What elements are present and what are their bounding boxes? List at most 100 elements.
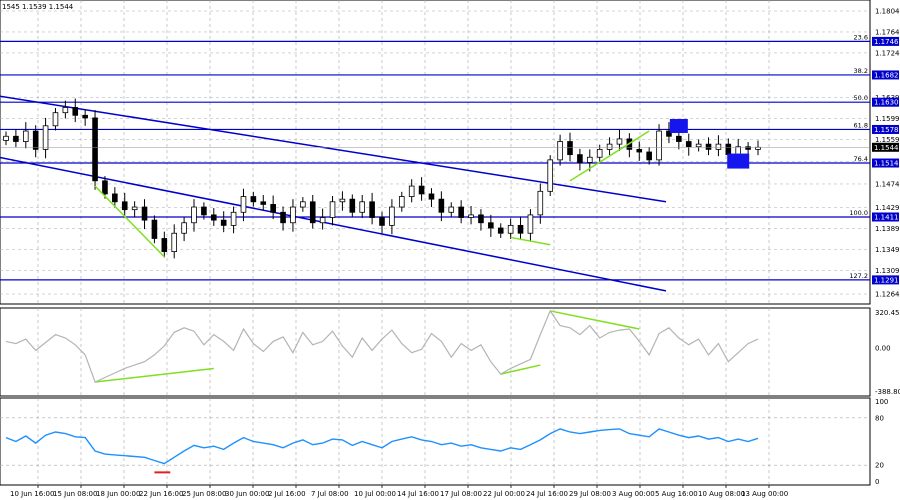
candle-bull xyxy=(695,143,702,148)
candle-bull xyxy=(389,206,395,226)
candle-bull xyxy=(398,196,405,208)
time-tick-label: 15 Jun 08:00 xyxy=(53,490,97,498)
fib-level-label: 50.0 xyxy=(854,94,868,102)
candle-bear xyxy=(210,214,217,221)
candle-bear xyxy=(102,180,108,195)
price-tick-label: 1.1264 xyxy=(875,291,900,299)
price-tick-label: 1.1559 xyxy=(875,136,900,144)
candle-bear xyxy=(260,201,267,205)
candle-bear xyxy=(705,143,712,150)
candle-bull xyxy=(586,156,593,163)
rsi-tick-label: 20 xyxy=(875,462,884,470)
candle-bull xyxy=(606,143,613,150)
candle-bull xyxy=(735,146,742,156)
time-tick-label: 10 Jul 00:00 xyxy=(354,490,396,498)
candle-bull xyxy=(131,206,138,211)
candle-bear xyxy=(121,201,128,211)
price-tick-label: 1.1474 xyxy=(875,180,900,188)
time-tick-label: 22 Jul 00:00 xyxy=(483,490,525,498)
candle-bull xyxy=(329,201,336,218)
candle-bull xyxy=(171,232,178,252)
price-tick-label: 1.1724 xyxy=(875,49,900,57)
candle-bull xyxy=(300,201,306,208)
candle-bear xyxy=(151,219,158,239)
time-tick-label: 18 Jun 00:00 xyxy=(96,490,140,498)
candle-bear xyxy=(646,151,652,161)
cci-tick-label: 320.4558 xyxy=(875,309,900,317)
rsi-tick-label: 80 xyxy=(875,414,884,422)
fib-level-label: 23.6 xyxy=(854,33,868,41)
level-price-label: 1.1746 xyxy=(874,38,899,46)
candle-bear xyxy=(379,217,385,226)
rsi-tick-label: 100 xyxy=(875,398,888,406)
candle-bull xyxy=(62,107,69,114)
candle-bear xyxy=(250,196,257,203)
candle-bull xyxy=(181,222,187,234)
candle-bear xyxy=(270,204,276,213)
fib-level-label: 61.8 xyxy=(854,121,868,129)
candle-bear xyxy=(676,135,682,142)
cci-tick-label: -388.803 xyxy=(875,388,900,396)
candle-bull xyxy=(359,201,366,213)
time-tick-label: 13 Aug 00:00 xyxy=(741,490,788,498)
level-price-label: 1.1291 xyxy=(874,276,899,284)
candle-bear xyxy=(32,130,39,150)
candle-bull xyxy=(408,185,415,197)
candle-bull xyxy=(537,190,544,216)
time-tick-label: 5 Aug 16:00 xyxy=(655,490,698,498)
candle-bear xyxy=(725,143,732,156)
candle-bear xyxy=(488,222,494,229)
candle-bull xyxy=(547,159,554,192)
time-tick-label: 10 Aug 08:00 xyxy=(698,490,745,498)
candle-bear xyxy=(13,135,19,142)
candle-bull xyxy=(616,138,623,145)
candle-bull xyxy=(596,148,603,158)
candle-bear xyxy=(201,206,207,216)
time-tick-label: 2 Jul 16:00 xyxy=(268,490,306,498)
time-tick-label: 3 Aug 00:00 xyxy=(612,490,655,498)
price-tick-label: 1.1429 xyxy=(875,204,900,212)
price-tick-label: 1.1599 xyxy=(875,115,900,123)
level-price-label: 1.1514 xyxy=(874,160,899,168)
trading-chart[interactable]: 23.6 38.2 50.0 61.8 76.4 100.0 127.2 1.1804 1.1… xyxy=(0,0,900,500)
price-tick-label: 1.1389 xyxy=(875,225,900,233)
candle-bear xyxy=(478,214,484,224)
candle-bull xyxy=(42,125,49,150)
time-tick-label: 7 Jul 08:00 xyxy=(311,490,349,498)
candle-bull xyxy=(339,198,346,203)
candle-bull xyxy=(448,206,455,213)
candle-bear xyxy=(497,227,504,234)
candle-bear xyxy=(72,107,79,116)
candle-bear xyxy=(517,224,524,234)
level-price-label: 1.1411 xyxy=(874,213,899,221)
fib-level-label: 38.2 xyxy=(854,67,868,75)
price-tick-label: 1.1764 xyxy=(875,28,900,36)
candle-bull xyxy=(191,206,197,224)
level-price-label: 1.1630 xyxy=(874,99,899,107)
candle-bear xyxy=(567,141,573,156)
buy-signal-box xyxy=(727,153,750,169)
candle-bull xyxy=(715,143,722,150)
candle-bear xyxy=(349,198,356,213)
rsi-pane xyxy=(0,397,871,486)
candle-bull xyxy=(468,214,474,218)
candle-bull xyxy=(755,146,761,150)
candle-bear xyxy=(636,148,643,153)
rsi-tick-label: 0 xyxy=(875,478,879,486)
candle-bull xyxy=(52,112,59,127)
ohlc-header: 1545 1.1539 1.1544 xyxy=(2,3,74,11)
candle-bear xyxy=(369,201,375,218)
level-price-label: 1.1578 xyxy=(874,126,899,134)
candle-bear xyxy=(161,238,168,252)
time-tick-label: 30 Jun 00:00 xyxy=(225,490,269,498)
price-tick-label: 1.1804 xyxy=(875,8,900,16)
price-tick-label: 1.1349 xyxy=(875,246,900,254)
current-price-label: 1.1544 xyxy=(874,144,899,152)
candle-bull xyxy=(527,214,534,234)
candle-bear xyxy=(458,206,464,218)
candle-bear xyxy=(577,154,583,163)
candle-bear xyxy=(309,201,316,224)
candle-bear xyxy=(82,114,88,119)
candle-bull xyxy=(22,130,29,142)
candle-bull xyxy=(557,141,563,161)
